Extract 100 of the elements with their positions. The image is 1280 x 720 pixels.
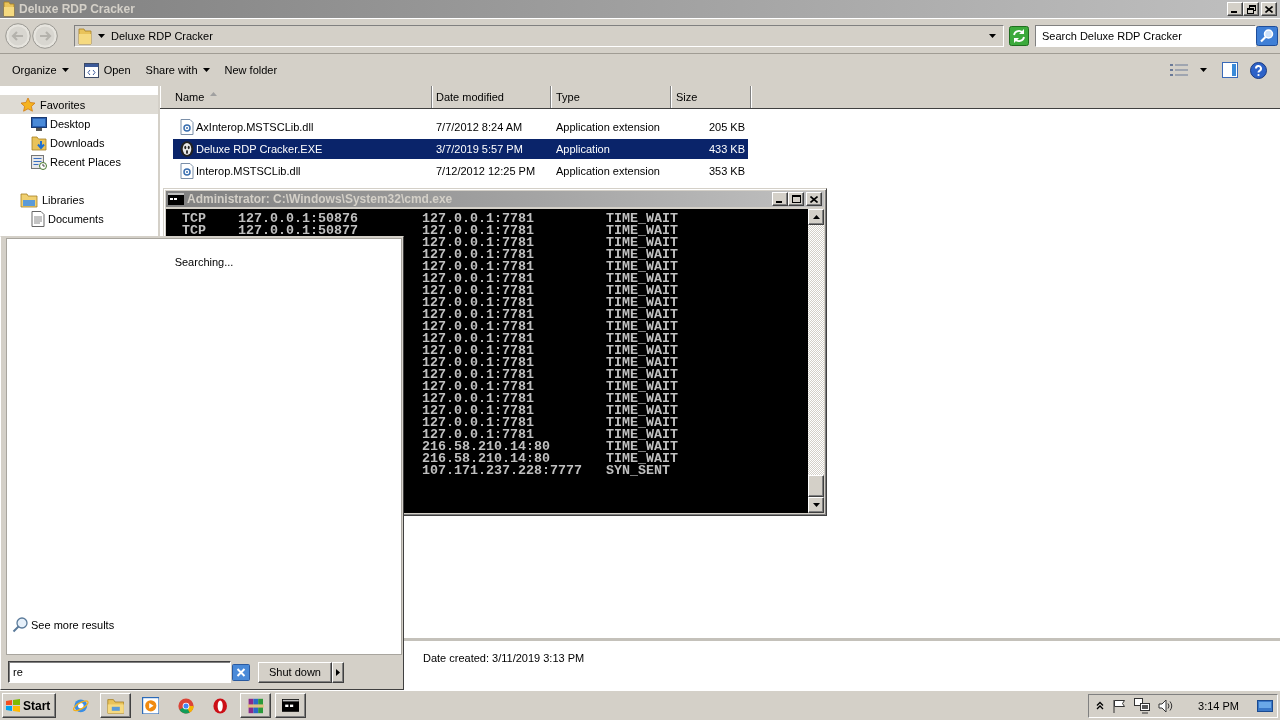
- connection-state: TIME_WAIT: [606, 261, 678, 273]
- maximize-button[interactable]: [788, 192, 804, 206]
- file-row[interactable]: Interop.MSTSCLib.dll 7/12/2012 12:25 PM Application extension 353 KB: [173, 161, 748, 181]
- shut-down-options-button[interactable]: [332, 661, 344, 683]
- preview-pane-icon[interactable]: [1222, 62, 1238, 78]
- chevron-up-icon[interactable]: [1096, 701, 1105, 710]
- up-triangle-icon: [812, 215, 820, 219]
- file-size: 433 KB: [707, 143, 746, 155]
- file-date: 3/7/2019 5:57 PM: [436, 143, 524, 155]
- connection-state: TIME_WAIT: [606, 429, 678, 441]
- scroll-down-button[interactable]: [808, 497, 824, 513]
- search-field[interactable]: re: [8, 661, 231, 683]
- foreign-address: 127.0.0.1:7781: [422, 309, 534, 321]
- scroll-up-button[interactable]: [808, 209, 824, 225]
- search-icon[interactable]: [1256, 26, 1278, 46]
- file-row[interactable]: AxInterop.MSTSCLib.dll 7/7/2012 8:24 AM Application extension 205 KB: [173, 117, 748, 137]
- clock[interactable]: 3:14 PM: [1198, 699, 1239, 712]
- sidebar-item[interactable]: Favorites: [0, 95, 158, 114]
- see-more-results-link[interactable]: See more results: [12, 617, 115, 633]
- address-field[interactable]: Deluxe RDP Cracker: [74, 25, 1004, 47]
- foreign-address: 107.171.237.228:7777: [422, 465, 582, 477]
- start-button[interactable]: Start: [2, 693, 56, 718]
- sidebar-item[interactable]: Desktop: [0, 114, 158, 133]
- network-icon[interactable]: [1134, 697, 1151, 714]
- shut-down-button[interactable]: Shut down: [258, 661, 332, 683]
- sidebar-item[interactable]: Downloads: [0, 133, 158, 152]
- connection-state: TIME_WAIT: [606, 225, 678, 237]
- file-name: Deluxe RDP Cracker.EXE: [196, 143, 323, 155]
- sidebar-item[interactable]: Recent Places: [0, 152, 158, 171]
- globe-ring-icon: [71, 696, 90, 715]
- toolbar-button[interactable]: Organize: [6, 58, 75, 82]
- caret-icon[interactable]: [1200, 68, 1207, 72]
- sidebar-item[interactable]: Documents: [0, 209, 158, 228]
- connection-state: TIME_WAIT: [606, 285, 678, 297]
- library-folder-icon: [20, 191, 38, 208]
- foreign-address: 127.0.0.1:7781: [422, 369, 534, 381]
- protocol-text: TCP: [182, 213, 206, 225]
- connection-state: TIME_WAIT: [606, 369, 678, 381]
- date-created-label: Date created:: [423, 652, 490, 664]
- play-icon: [141, 696, 160, 715]
- connection-state: TIME_WAIT: [606, 237, 678, 249]
- speaker-icon[interactable]: [1158, 698, 1175, 713]
- column-header[interactable]: Size: [671, 86, 751, 108]
- file-icon: [180, 163, 194, 179]
- foreign-address: 127.0.0.1:7781: [422, 261, 534, 273]
- scrollbar-thumb[interactable]: [808, 475, 824, 497]
- show-desktop-icon[interactable]: [1257, 697, 1273, 714]
- foreign-address: 127.0.0.1:7781: [422, 405, 534, 417]
- caret-icon: [202, 68, 210, 72]
- file-date: 7/12/2012 12:25 PM: [436, 165, 537, 177]
- taskbar-button[interactable]: [275, 693, 306, 718]
- help-icon[interactable]: [1250, 61, 1267, 79]
- foreign-address: 127.0.0.1:7781: [422, 381, 534, 393]
- console-icon: [281, 699, 300, 712]
- foreign-address: 216.58.210.14:80: [422, 441, 550, 453]
- connection-state: TIME_WAIT: [606, 273, 678, 285]
- foreign-address: 127.0.0.1:7781: [422, 393, 534, 405]
- restore-button[interactable]: [1243, 2, 1259, 16]
- monitor-icon: [31, 116, 47, 131]
- connection-state: TIME_WAIT: [606, 213, 678, 225]
- document-clock-icon: [31, 153, 47, 170]
- minimize-button[interactable]: [772, 192, 788, 206]
- dropdown-caret-icon[interactable]: [989, 34, 996, 38]
- foreign-address: 127.0.0.1:7781: [422, 345, 534, 357]
- window-icon: [83, 62, 99, 78]
- search-field[interactable]: Search Deluxe RDP Cracker: [1035, 25, 1256, 47]
- column-header[interactable]: Name: [160, 86, 432, 108]
- flag-icon[interactable]: [1112, 698, 1127, 713]
- local-address: 127.0.0.1:50876: [238, 213, 358, 225]
- foreign-address: 127.0.0.1:7781: [422, 249, 534, 261]
- scrollbar-track[interactable]: [808, 209, 824, 513]
- toolbar-button[interactable]: Open: [77, 58, 137, 82]
- clear-icon[interactable]: [232, 663, 250, 681]
- view-options-icon[interactable]: [1170, 63, 1188, 77]
- document-icon: [31, 210, 45, 227]
- window-title: Administrator: C:\Windows\System32\cmd.exe: [187, 192, 453, 206]
- sidebar-item[interactable]: Libraries: [0, 190, 158, 209]
- toolbar-button[interactable]: New folder: [218, 58, 284, 82]
- file-name: Interop.MSTSCLib.dll: [196, 165, 301, 177]
- toolbar-button[interactable]: Share with: [139, 58, 216, 82]
- close-button[interactable]: [1261, 2, 1277, 16]
- caret-icon[interactable]: [98, 34, 105, 38]
- taskbar-button[interactable]: [240, 693, 271, 718]
- date-created-value: 3/11/2019 3:13 PM: [492, 652, 585, 664]
- folder-icon: [106, 697, 125, 714]
- column-header[interactable]: Date modified: [432, 86, 551, 108]
- oval-ring-icon: [213, 697, 228, 714]
- connection-state: TIME_WAIT: [606, 381, 678, 393]
- taskbar-button[interactable]: [100, 693, 131, 718]
- file-type: Application: [556, 143, 611, 155]
- protocol-text: TCP: [182, 225, 206, 237]
- file-name: AxInterop.MSTSCLib.dll: [196, 121, 314, 133]
- refresh-icon[interactable]: [1009, 26, 1029, 46]
- close-button[interactable]: [806, 192, 822, 206]
- sort-arrow-icon: [210, 92, 218, 96]
- minimize-button[interactable]: [1227, 2, 1243, 16]
- foreign-address: 127.0.0.1:7781: [422, 225, 534, 237]
- foreign-address: 127.0.0.1:7781: [422, 321, 534, 333]
- column-header[interactable]: Type: [551, 86, 671, 108]
- file-row[interactable]: Deluxe RDP Cracker.EXE 3/7/2019 5:57 PM Application 433 KB: [173, 139, 748, 159]
